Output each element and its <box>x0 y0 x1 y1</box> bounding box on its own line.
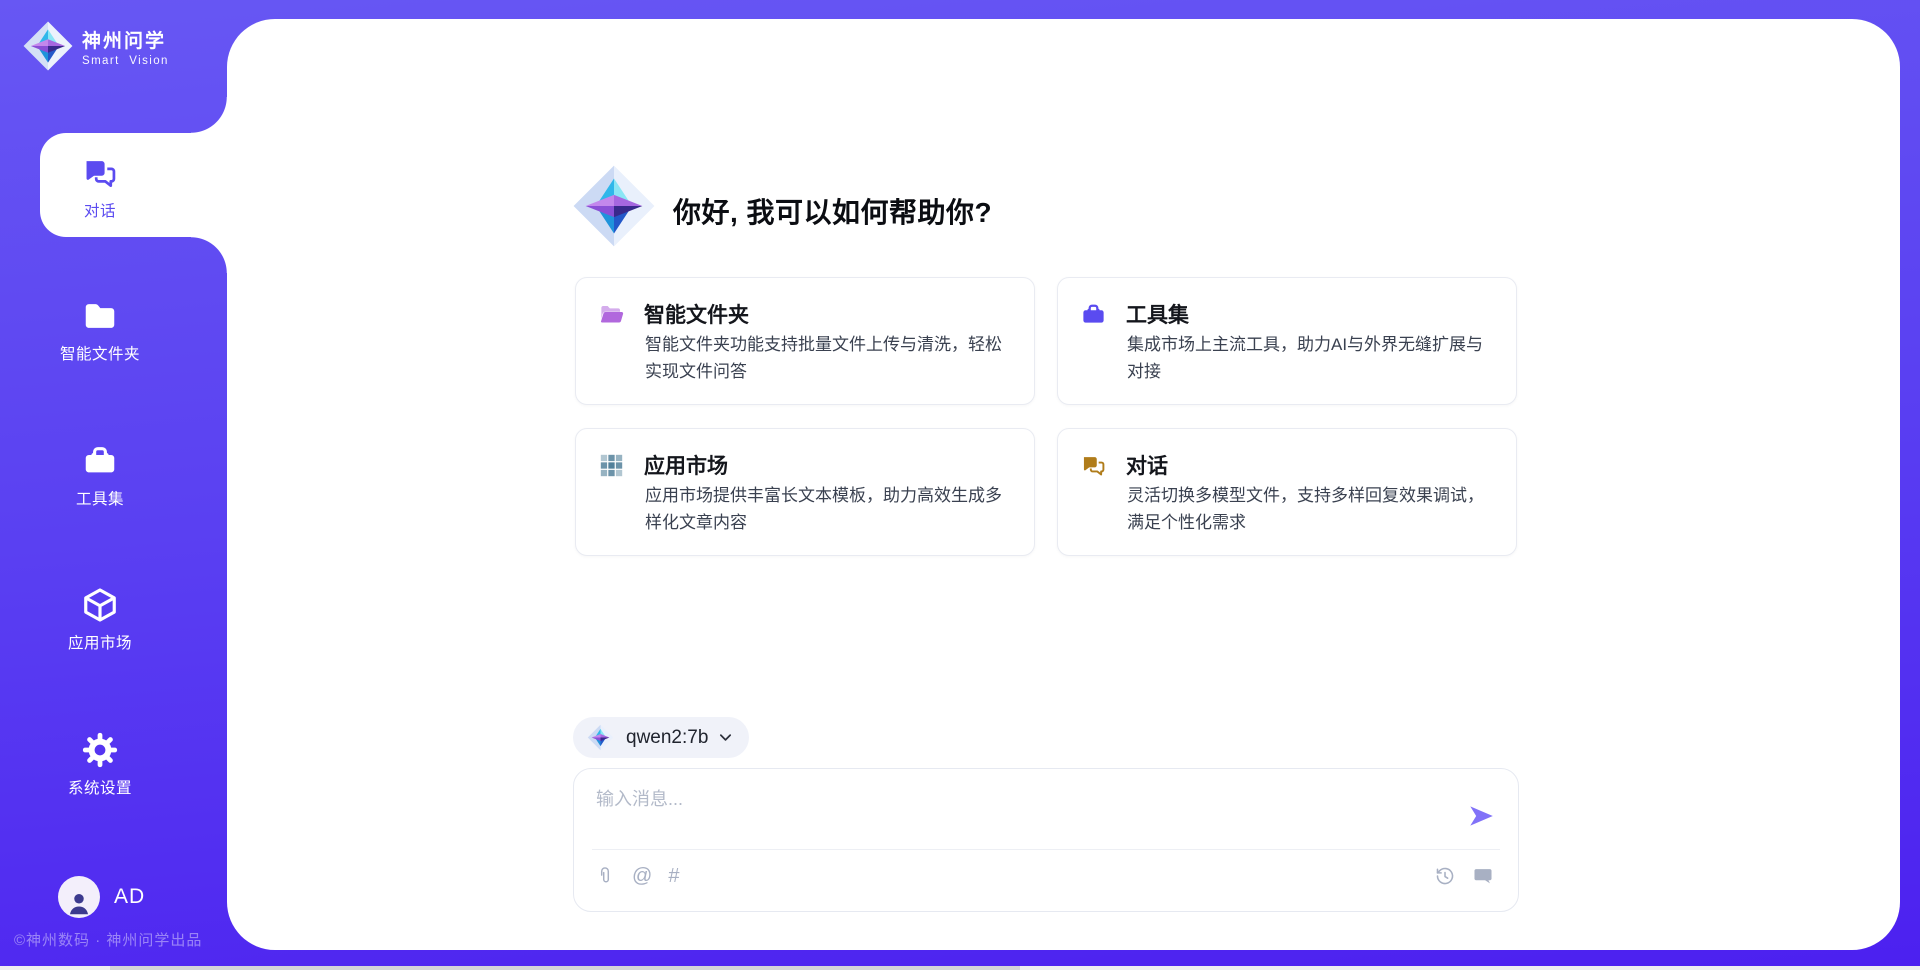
card-title: 应用市场 <box>644 450 728 480</box>
card-title: 工具集 <box>1126 299 1189 329</box>
toolbox-icon <box>81 442 119 480</box>
chat-bubbles-icon <box>1080 452 1107 479</box>
copyright-text: ©神州数码 · 神州问学出品 <box>14 929 202 950</box>
card-description: 灵活切换多模型文件，支持多样回复效果调试，满足个性化需求 <box>1127 482 1494 536</box>
folder-icon <box>81 297 119 335</box>
user-account[interactable]: AD <box>58 876 145 918</box>
model-selector[interactable]: qwen2:7b <box>573 717 749 758</box>
toolbox-icon <box>1080 301 1107 328</box>
hero-logo-icon <box>571 163 657 249</box>
sidebar-item-marketplace[interactable]: 应用市场 <box>13 586 187 653</box>
card-title: 对话 <box>1126 450 1168 480</box>
brand: 神州问学 Smart Vision <box>22 20 169 77</box>
chevron-down-icon <box>718 730 733 745</box>
sidebar-item-tools[interactable]: 工具集 <box>13 442 187 509</box>
sidebar-item-label: 应用市场 <box>68 631 132 653</box>
user-initials: AD <box>114 885 145 909</box>
send-icon[interactable] <box>1466 801 1496 831</box>
card-description: 应用市场提供丰富长文本模板，助力高效生成多样化文章内容 <box>645 482 1012 536</box>
card-chat[interactable]: 对话 灵活切换多模型文件，支持多样回复效果调试，满足个性化需求 <box>1057 428 1517 556</box>
card-smart-folders[interactable]: 智能文件夹 智能文件夹功能支持批量文件上传与清洗，轻松实现文件问答 <box>575 277 1035 405</box>
message-icon[interactable] <box>1472 865 1494 887</box>
message-input[interactable] <box>594 783 1448 839</box>
composer-tools-left: @ # <box>594 865 679 887</box>
scrollbar-thumb[interactable] <box>110 966 1020 970</box>
card-description: 智能文件夹功能支持批量文件上传与清洗，轻松实现文件问答 <box>645 331 1012 385</box>
message-composer: @ # <box>573 768 1519 912</box>
brand-subtitle: Smart Vision <box>82 55 169 67</box>
sidebar-item-label: 系统设置 <box>68 776 132 798</box>
history-icon[interactable] <box>1434 865 1456 887</box>
horizontal-scrollbar[interactable] <box>0 966 1920 970</box>
card-title: 智能文件夹 <box>644 299 749 329</box>
app-root: 神州问学 Smart Vision 对话 智能文件夹 <box>0 0 1920 970</box>
avatar <box>58 876 100 918</box>
chat-icon <box>81 154 119 192</box>
card-app-market[interactable]: 应用市场 应用市场提供丰富长文本模板，助力高效生成多样化文章内容 <box>575 428 1035 556</box>
sidebar-item-label: 智能文件夹 <box>60 342 140 364</box>
card-description: 集成市场上主流工具，助力AI与外界无缝扩展与对接 <box>1127 331 1494 385</box>
brand-logo-icon <box>22 20 74 77</box>
greeting-title: 你好, 我可以如何帮助你? <box>673 191 992 231</box>
card-toolset[interactable]: 工具集 集成市场上主流工具，助力AI与外界无缝扩展与对接 <box>1057 277 1517 405</box>
grid-icon <box>598 452 625 479</box>
paperclip-icon[interactable] <box>594 865 616 887</box>
sidebar-item-folders[interactable]: 智能文件夹 <box>13 297 187 364</box>
feature-cards: 智能文件夹 智能文件夹功能支持批量文件上传与清洗，轻松实现文件问答 工具集 集成… <box>575 277 1517 556</box>
sidebar-item-chat[interactable]: 对话 <box>13 154 187 221</box>
model-logo-icon <box>587 724 614 751</box>
gear-icon <box>81 731 119 769</box>
user-icon <box>64 888 94 918</box>
brand-name: 神州问学 <box>82 31 169 53</box>
sidebar-item-label: 工具集 <box>76 487 124 509</box>
sidebar-item-label: 对话 <box>84 199 116 221</box>
cube-icon <box>81 586 119 624</box>
composer-tools-right <box>1434 865 1494 887</box>
model-name: qwen2:7b <box>626 727 708 749</box>
sidebar-item-settings[interactable]: 系统设置 <box>13 731 187 798</box>
composer-divider <box>592 849 1500 850</box>
hash-icon[interactable]: # <box>668 865 679 887</box>
sidebar: 神州问学 Smart Vision 对话 智能文件夹 <box>0 0 227 970</box>
at-icon[interactable]: @ <box>632 865 652 887</box>
folder-open-icon <box>598 301 625 328</box>
